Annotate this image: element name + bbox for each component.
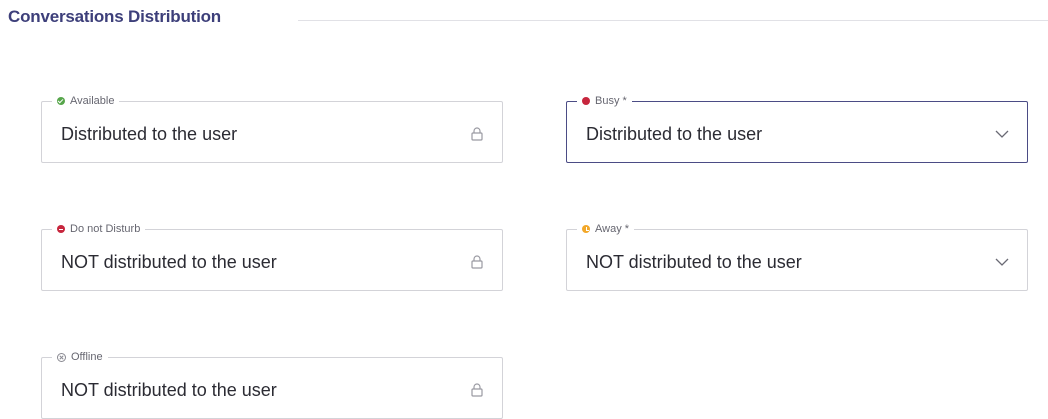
do-not-disturb-value: NOT distributed to the user <box>61 252 277 272</box>
do-not-disturb-status-icon <box>57 225 65 233</box>
away-label: Away * <box>595 223 630 235</box>
available-value: Distributed to the user <box>61 124 238 144</box>
available-label: Available <box>70 95 115 107</box>
away-value: NOT distributed to the user <box>586 252 802 272</box>
chevron-down-icon[interactable] <box>994 126 1010 142</box>
section-title: Conversations Distribution <box>8 7 221 26</box>
away-legend: Away * <box>577 222 635 236</box>
available-legend: Available <box>52 94 120 108</box>
busy-dropdown[interactable]: Busy * Distributed to the user <box>566 94 1028 163</box>
busy-value: Distributed to the user <box>586 124 763 144</box>
section-divider <box>298 20 1048 21</box>
offline-legend: Offline <box>52 350 108 364</box>
offline-field: Offline NOT distributed to the user <box>41 350 503 419</box>
busy-legend: Busy * <box>577 94 632 108</box>
lock-icon <box>471 383 483 397</box>
lock-icon <box>471 255 483 269</box>
section-header: Conversations Distribution <box>8 7 1048 35</box>
do-not-disturb-field: Do not Disturb NOT distributed to the us… <box>41 222 503 291</box>
chevron-down-icon[interactable] <box>994 254 1010 270</box>
offline-value: NOT distributed to the user <box>61 380 277 400</box>
do-not-disturb-label: Do not Disturb <box>70 223 141 235</box>
offline-label: Offline <box>71 351 103 363</box>
busy-label: Busy * <box>595 95 627 107</box>
offline-status-icon <box>57 352 66 362</box>
available-field: Available Distributed to the user <box>41 94 503 163</box>
away-dropdown[interactable]: Away * NOT distributed to the user <box>566 222 1028 291</box>
available-status-icon <box>57 97 65 105</box>
away-status-icon <box>582 225 590 233</box>
busy-status-icon <box>582 97 590 105</box>
do-not-disturb-legend: Do not Disturb <box>52 222 146 236</box>
lock-icon <box>471 127 483 141</box>
